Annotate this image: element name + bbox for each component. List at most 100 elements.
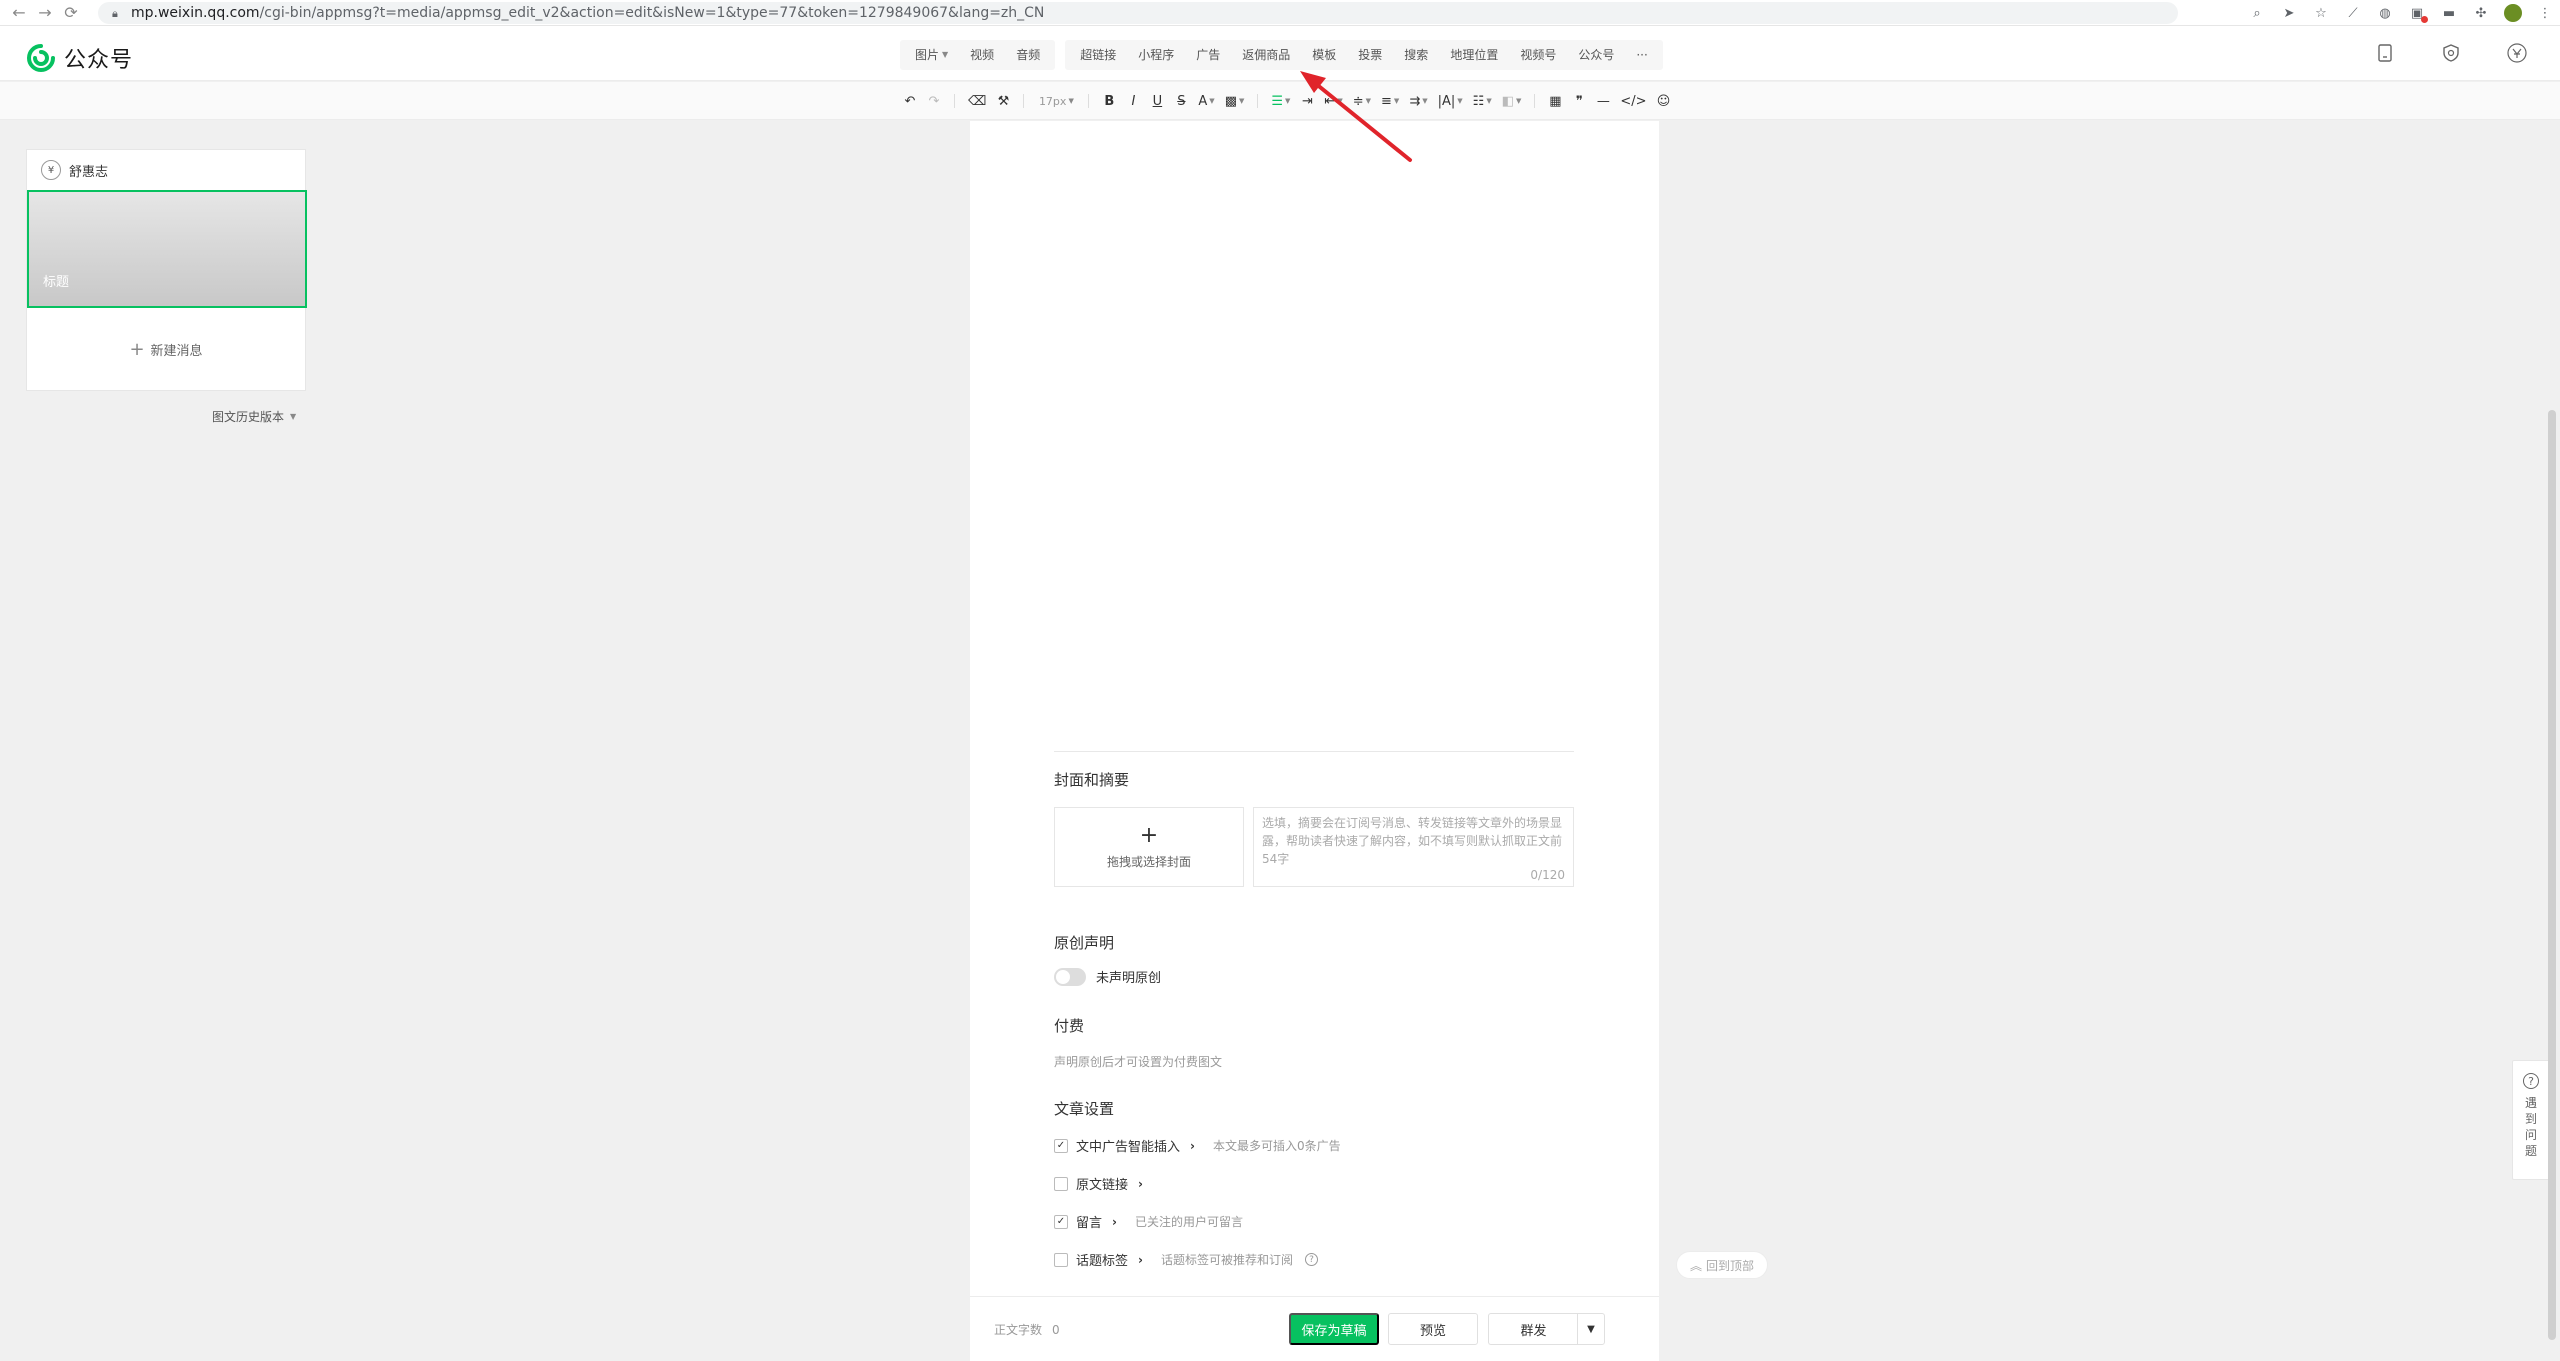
insert-search-button[interactable]: 搜索: [1393, 40, 1439, 70]
help-circle-icon[interactable]: ?: [1304, 1253, 1318, 1266]
editor-content-area[interactable]: [1054, 121, 1574, 751]
format-painter-icon[interactable]: ⚒: [993, 90, 1013, 112]
insert-ad-button[interactable]: 广告: [1185, 40, 1231, 70]
line-height-icon[interactable]: ≑ ▼: [1350, 90, 1374, 112]
address-bar[interactable]: 🔒︎ mp.weixin.qq.com /cgi-bin/appmsg?t=me…: [98, 1, 2178, 24]
horizontal-rule-icon[interactable]: —: [1593, 90, 1613, 112]
app-header: 公众号 图片 ▼ 视频 音频 超链接 小程序 广告 返佣商品 模板 投票 搜索 地…: [0, 26, 2560, 81]
redo-icon[interactable]: ↷: [924, 90, 944, 112]
extension-badge-icon[interactable]: ▣: [2408, 4, 2428, 23]
insert-group-media: 图片 ▼ 视频 音频: [900, 40, 1056, 70]
font-size-value: 17px: [1038, 94, 1067, 108]
format-toolbar-buttons: ↶ ↷ ⌫ ⚒ 17px ▼ B I U S A ▼ ▩ ▼ ☰ ▼ ⇥ ⇤ ▼ ≑ ▼ ≡…: [900, 90, 1674, 112]
url-domain: mp.weixin.qq.com: [131, 4, 260, 21]
insert-item-label: 返佣商品: [1242, 48, 1291, 62]
image-float-icon[interactable]: ◧ ▼: [1499, 90, 1525, 112]
security-shield-icon[interactable]: [2438, 40, 2464, 66]
insert-template-button[interactable]: 模板: [1301, 40, 1347, 70]
topic-tags-checkbox[interactable]: [1054, 1252, 1068, 1267]
bold-icon[interactable]: B: [1099, 90, 1119, 112]
outdent-icon[interactable]: ⇤ ▼: [1321, 90, 1345, 112]
extension-graph-icon[interactable]: ⟋: [2344, 4, 2362, 22]
indent-spacing-icon[interactable]: ⇉ ▼: [1406, 90, 1430, 112]
insert-video-button[interactable]: 视频: [959, 40, 1005, 70]
background-color-icon[interactable]: ▩ ▼: [1222, 90, 1248, 112]
italic-icon[interactable]: I: [1123, 90, 1143, 112]
send-icon[interactable]: ➤: [2280, 4, 2298, 22]
font-color-icon[interactable]: A ▼: [1195, 90, 1217, 112]
letter-spacing-icon[interactable]: |A| ▼: [1435, 90, 1466, 112]
insert-image-button[interactable]: 图片 ▼: [904, 40, 959, 70]
code-icon[interactable]: </>: [1617, 90, 1649, 112]
insert-commission-product-button[interactable]: 返佣商品: [1231, 40, 1301, 70]
save-draft-button[interactable]: 保存为草稿: [1289, 1313, 1379, 1345]
emoji-icon[interactable]: ☺: [1654, 90, 1674, 112]
insert-more-button[interactable]: ···: [1625, 40, 1658, 70]
forward-arrow-icon[interactable]: →: [32, 0, 58, 26]
strikethrough-icon[interactable]: S: [1171, 90, 1191, 112]
insert-channels-button[interactable]: 视频号: [1509, 40, 1567, 70]
word-count: 正文字数 0: [994, 1321, 1060, 1338]
caret-down-icon: ▼: [1068, 97, 1074, 105]
account-avatar-icon[interactable]: [2504, 40, 2530, 66]
publish-button[interactable]: 群发: [1488, 1313, 1578, 1345]
quote-icon[interactable]: ❞: [1569, 90, 1589, 112]
page-scrollbar[interactable]: [2548, 410, 2556, 1340]
table-icon[interactable]: ▦: [1545, 90, 1565, 112]
back-arrow-icon[interactable]: ←: [6, 0, 32, 26]
original-toggle[interactable]: [1054, 967, 1086, 986]
wechat-mp-logo-icon: [27, 44, 55, 72]
format-toolbar: ↶ ↷ ⌫ ⚒ 17px ▼ B I U S A ▼ ▩ ▼ ☰ ▼ ⇥ ⇤ ▼ ≑ ▼ ≡…: [0, 82, 2560, 120]
logo[interactable]: 公众号: [26, 42, 133, 74]
original-link-checkbox[interactable]: [1054, 1176, 1068, 1191]
insert-account-button[interactable]: 公众号: [1567, 40, 1625, 70]
profile-avatar[interactable]: [2504, 4, 2522, 22]
insert-audio-button[interactable]: 音频: [1005, 40, 1051, 70]
insert-location-button[interactable]: 地理位置: [1439, 40, 1509, 70]
account-avatar-icon: ¥: [41, 160, 61, 180]
indent-icon[interactable]: ⇥: [1297, 90, 1317, 112]
back-to-top-button[interactable]: ︽ 回到顶部: [1676, 1251, 1768, 1279]
insert-hyperlink-button[interactable]: 超链接: [1069, 40, 1127, 70]
insert-group-other: 超链接 小程序 广告 返佣商品 模板 投票 搜索 地理位置 视频号 公众号 ··…: [1065, 40, 1663, 70]
list-icon[interactable]: ☷ ▼: [1470, 90, 1495, 112]
puzzle-icon[interactable]: ✣: [2472, 4, 2490, 22]
publish-dropdown-chevron-icon[interactable]: ▼: [1577, 1313, 1605, 1345]
preview-button[interactable]: 预览: [1388, 1313, 1478, 1345]
chevron-right-icon: ›: [1190, 1138, 1195, 1153]
font-size-select[interactable]: 17px ▼: [1034, 90, 1078, 112]
plus-icon: +: [1139, 822, 1159, 848]
zoom-icon[interactable]: ⌕: [2248, 4, 2266, 22]
reload-icon[interactable]: ⟳: [58, 0, 84, 26]
align-justify-icon[interactable]: ☰ ▼: [1268, 90, 1293, 112]
article-cover-thumb[interactable]: 标题: [27, 190, 307, 308]
history-version-link[interactable]: 图文历史版本 ▼: [212, 408, 296, 425]
insert-item-label: 投票: [1358, 48, 1383, 62]
new-message-button[interactable]: + 新建消息: [27, 308, 305, 390]
new-message-label: 新建消息: [150, 343, 203, 359]
extension-globe-icon[interactable]: ◍: [2376, 4, 2394, 22]
smart-ads-checkbox[interactable]: ✓: [1054, 1138, 1068, 1153]
url-path: /cgi-bin/appmsg?t=media/appmsg_edit_v2&a…: [259, 4, 1045, 21]
comments-checkbox[interactable]: ✓: [1054, 1214, 1068, 1229]
undo-icon[interactable]: ↶: [900, 90, 920, 112]
setting-label: 留言: [1076, 1216, 1103, 1231]
cover-upload-box[interactable]: + 拖拽或选择封面: [1054, 807, 1244, 887]
bookmark-star-icon[interactable]: ☆: [2312, 4, 2330, 22]
underline-icon[interactable]: U: [1147, 90, 1167, 112]
browser-menu-icon[interactable]: ⋮: [2536, 4, 2554, 22]
setting-row-original-link[interactable]: 原文链接 ›: [1054, 1174, 1153, 1193]
insert-miniprogram-button[interactable]: 小程序: [1127, 40, 1185, 70]
toolbar-divider: [1534, 94, 1536, 108]
insert-vote-button[interactable]: 投票: [1347, 40, 1393, 70]
editor-footer: 正文字数 0 保存为草稿 预览 群发 ▼: [970, 1296, 1659, 1361]
paragraph-spacing-icon[interactable]: ≡ ▼: [1378, 90, 1402, 112]
phone-preview-icon[interactable]: [2372, 40, 2398, 66]
setting-row-topic-tags[interactable]: 话题标签 › 话题标签可被推荐和订阅 ?: [1054, 1250, 1318, 1269]
help-float-panel[interactable]: ? 遇到问题: [2512, 1060, 2550, 1180]
setting-row-comments[interactable]: ✓ 留言 › 已关注的用户可留言: [1054, 1212, 1243, 1231]
summary-input[interactable]: 选填，摘要会在订阅号消息、转发链接等文章外的场景显露，帮助读者快速了解内容，如不…: [1253, 807, 1574, 887]
extension-card-icon[interactable]: ▬: [2440, 4, 2458, 22]
clear-format-icon[interactable]: ⌫: [965, 90, 989, 112]
setting-row-smart-ads[interactable]: ✓ 文中广告智能插入 › 本文最多可插入0条广告: [1054, 1136, 1341, 1155]
